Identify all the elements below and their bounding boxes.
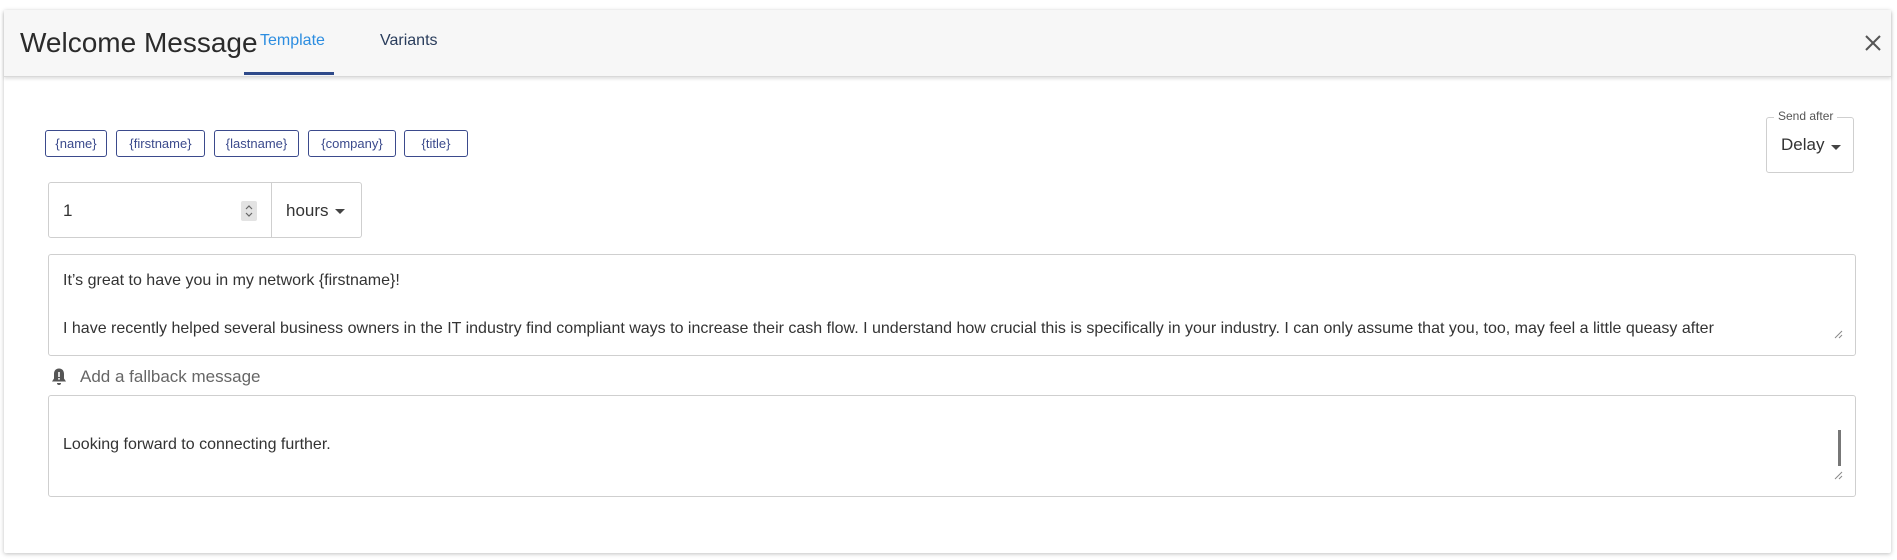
send-after-label: Send after xyxy=(1774,109,1838,123)
close-button[interactable] xyxy=(1862,32,1884,54)
dialog-title: Welcome Message xyxy=(20,27,258,58)
message-line-1: It’s great to have you in my network {fi… xyxy=(63,272,400,289)
fallback-label: Add a fallback message xyxy=(80,367,261,386)
send-after-select[interactable]: Send after Delay xyxy=(1766,109,1854,173)
variable-chip-title[interactable]: {title} xyxy=(404,130,468,157)
number-stepper[interactable] xyxy=(241,201,257,221)
resize-grip-icon[interactable] xyxy=(1833,329,1843,339)
delay-amount-value: 1 xyxy=(63,201,73,220)
message-textarea[interactable]: It’s great to have you in my network {fi… xyxy=(48,254,1856,356)
variable-chip-firstname[interactable]: {firstname} xyxy=(116,130,205,157)
chevron-down-icon xyxy=(335,209,345,214)
chevron-down-icon xyxy=(1831,145,1841,150)
send-after-value: Delay xyxy=(1781,135,1825,154)
delay-unit-select[interactable]: hours xyxy=(272,182,362,238)
fallback-message-line-1: Looking forward to connecting further. xyxy=(63,436,331,453)
delay-unit-value: hours xyxy=(286,201,329,220)
bell-icon xyxy=(52,368,66,385)
dialog-header: Welcome Message Template Variants xyxy=(4,10,1891,77)
variable-chip-company[interactable]: {company} xyxy=(308,130,396,157)
resize-grip-icon[interactable] xyxy=(1833,470,1843,480)
variable-chip-lastname[interactable]: {lastname} xyxy=(214,130,299,157)
close-icon xyxy=(1865,35,1881,51)
stepper-arrows-icon xyxy=(245,205,253,217)
active-tab-indicator xyxy=(244,72,334,75)
fallback-message-textarea[interactable]: Looking forward to connecting further. xyxy=(48,395,1856,497)
tab-variants[interactable]: Variants xyxy=(380,32,438,50)
welcome-message-dialog: Welcome Message Template Variants {name}… xyxy=(4,10,1891,553)
delay-amount-input[interactable]: 1 xyxy=(48,182,272,238)
tab-template[interactable]: Template xyxy=(260,32,325,50)
variable-chip-name[interactable]: {name} xyxy=(45,130,107,157)
scrollbar-thumb[interactable] xyxy=(1838,430,1841,466)
message-line-2: I have recently helped several business … xyxy=(63,320,1714,337)
